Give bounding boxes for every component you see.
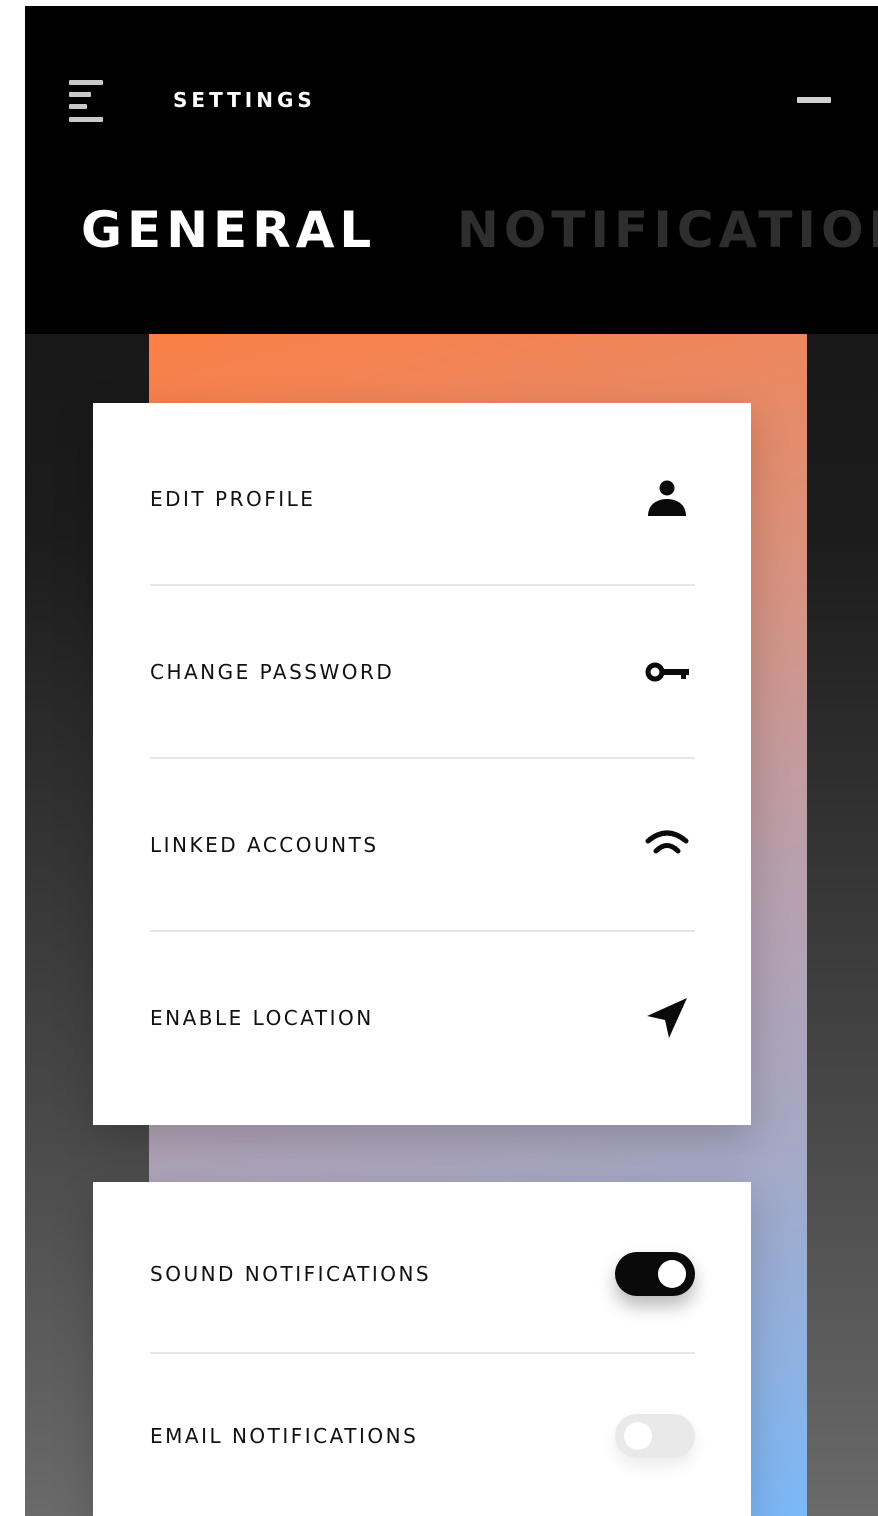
- sound-notifications-toggle[interactable]: [615, 1252, 695, 1296]
- toggle-knob: [624, 1422, 652, 1450]
- email-notifications-item[interactable]: EMAIL NOTIFICATIONS: [150, 1350, 695, 1516]
- key-icon: [643, 648, 691, 696]
- edit-profile-label: EDIT PROFILE: [150, 487, 316, 511]
- linked-accounts-item[interactable]: LINKED ACCOUNTS: [150, 759, 695, 931]
- general-settings-card: EDIT PROFILE CHANGE PASSWORD LINKED ACCO…: [93, 403, 751, 1125]
- enable-location-label: ENABLE LOCATION: [150, 1006, 374, 1030]
- notification-settings-card: SOUND NOTIFICATIONS EMAIL NOTIFICATIONS: [93, 1182, 751, 1516]
- tab-general[interactable]: GENERAL: [81, 198, 376, 262]
- email-notifications-toggle[interactable]: [615, 1414, 695, 1458]
- linked-accounts-label: LINKED ACCOUNTS: [150, 833, 379, 857]
- enable-location-item[interactable]: ENABLE LOCATION: [150, 932, 695, 1104]
- hamburger-menu-icon[interactable]: [69, 80, 105, 122]
- email-notifications-label: EMAIL NOTIFICATIONS: [150, 1424, 419, 1448]
- wifi-icon: [643, 821, 691, 869]
- settings-screen: SETTINGS GENERAL NOTIFICATIONS EDIT PROF…: [25, 6, 878, 1516]
- toggle-knob: [658, 1260, 686, 1288]
- person-icon: [643, 475, 691, 523]
- app-header: SETTINGS GENERAL NOTIFICATIONS: [25, 6, 878, 334]
- edit-profile-item[interactable]: EDIT PROFILE: [150, 413, 695, 585]
- sound-notifications-label: SOUND NOTIFICATIONS: [150, 1262, 432, 1286]
- change-password-item[interactable]: CHANGE PASSWORD: [150, 586, 695, 758]
- page-title: SETTINGS: [173, 88, 316, 112]
- change-password-label: CHANGE PASSWORD: [150, 660, 395, 684]
- tab-notifications[interactable]: NOTIFICATIONS: [457, 198, 878, 262]
- minimize-icon[interactable]: [797, 97, 831, 103]
- sound-notifications-item[interactable]: SOUND NOTIFICATIONS: [150, 1188, 695, 1360]
- location-arrow-icon: [643, 994, 691, 1042]
